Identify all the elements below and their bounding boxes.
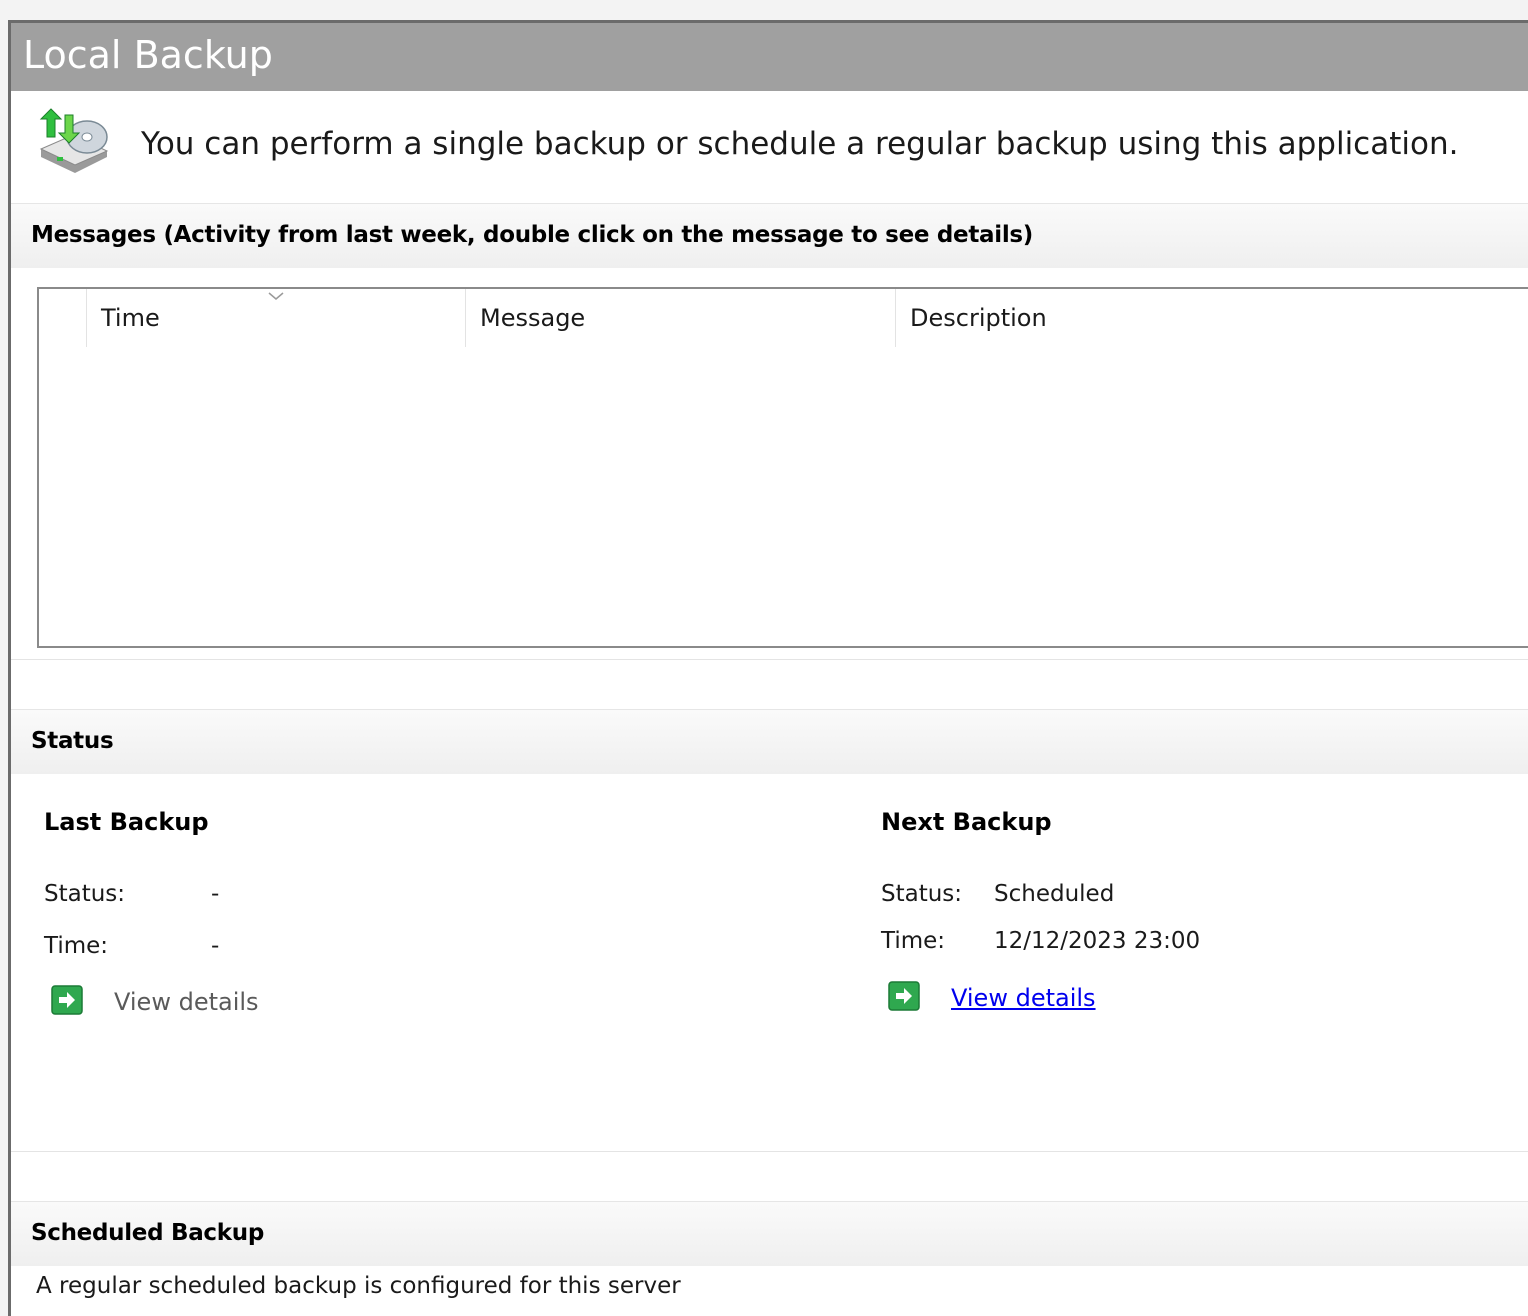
- status-header-label: Status: [31, 728, 114, 754]
- arrow-right-icon: [51, 985, 83, 1015]
- column-header-description[interactable]: Description: [895, 289, 1528, 347]
- column-header-stub: [39, 289, 85, 347]
- column-header-description-label: Description: [910, 304, 1047, 332]
- messages-section-header: Messages (Activity from last week, doubl…: [11, 203, 1528, 268]
- arrow-right-icon[interactable]: [888, 981, 920, 1011]
- intro-description: You can perform a single backup or sched…: [141, 126, 1459, 162]
- next-backup-time-value: 12/12/2023 23:00: [994, 928, 1201, 954]
- scheduled-backup-text: A regular scheduled backup is configured…: [36, 1273, 681, 1299]
- next-backup-status-value: Scheduled: [994, 881, 1115, 907]
- next-backup-status-label: Status:: [881, 881, 963, 907]
- scheduled-backup-section-header: Scheduled Backup: [11, 1201, 1528, 1266]
- column-header-message[interactable]: Message: [465, 289, 894, 347]
- last-backup-view-details: View details: [114, 988, 259, 1016]
- last-backup-title: Last Backup: [44, 808, 209, 836]
- status-section-header: Status: [11, 709, 1528, 774]
- intro-panel: You can perform a single backup or sched…: [11, 91, 1528, 201]
- backup-drive-icon: [39, 108, 109, 173]
- last-backup-status-value: -: [211, 881, 220, 907]
- messages-header-label: Messages (Activity from last week, doubl…: [31, 222, 1034, 248]
- title-bar: Local Backup: [11, 23, 1528, 91]
- divider: [11, 659, 1528, 660]
- column-header-message-label: Message: [480, 304, 586, 332]
- last-backup-time-label: Time:: [44, 933, 109, 959]
- column-header-time-label: Time: [101, 304, 160, 332]
- next-backup-title: Next Backup: [881, 808, 1052, 836]
- scheduled-backup-header-label: Scheduled Backup: [31, 1220, 264, 1246]
- column-header-time[interactable]: Time: [86, 289, 465, 347]
- sort-descending-icon: [268, 292, 284, 300]
- messages-list-header: Time Message Description: [39, 289, 1528, 347]
- window-title: Local Backup: [23, 33, 273, 77]
- last-backup-status-label: Status:: [44, 881, 126, 907]
- next-backup-view-details-link[interactable]: View details: [951, 984, 1096, 1012]
- divider: [11, 1151, 1528, 1152]
- last-backup-time-value: -: [211, 933, 220, 959]
- messages-list[interactable]: Time Message Description: [37, 287, 1528, 648]
- local-backup-window: Local Backup You can perform a single ba…: [8, 20, 1528, 1316]
- next-backup-time-label: Time:: [881, 928, 946, 954]
